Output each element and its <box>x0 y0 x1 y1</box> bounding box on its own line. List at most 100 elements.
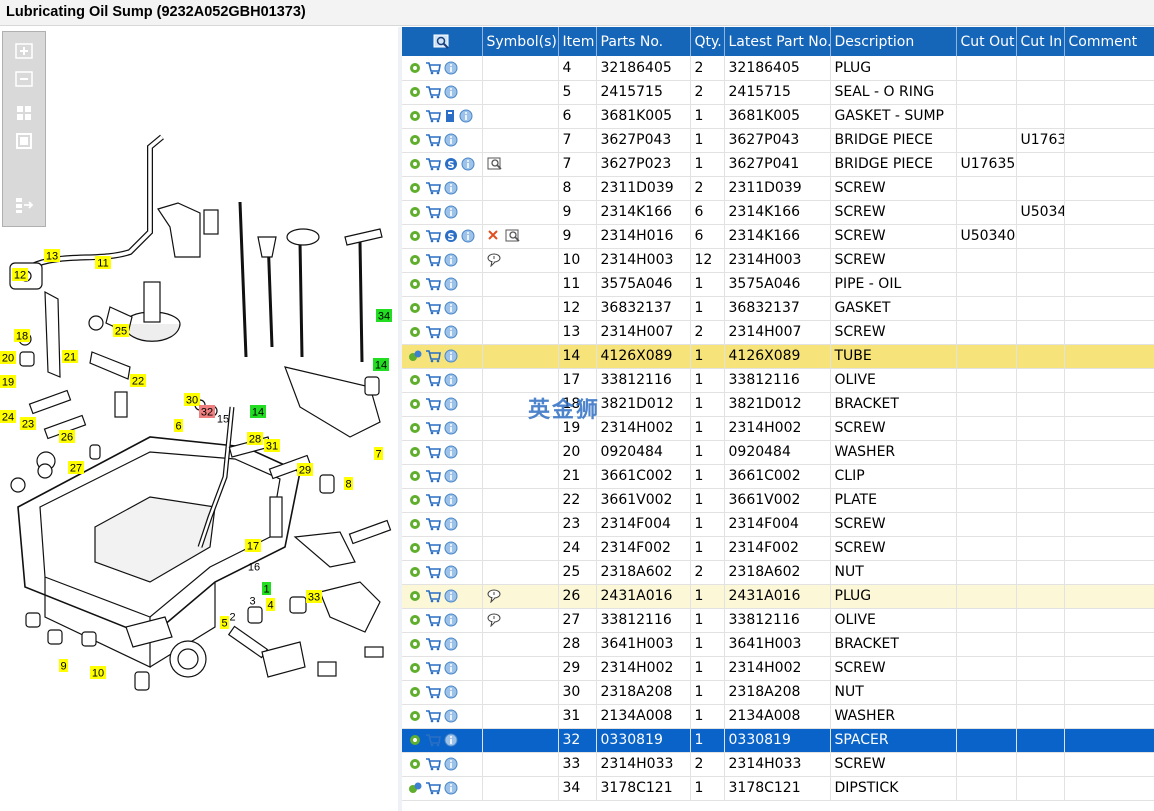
cart-icon[interactable] <box>425 253 441 267</box>
note-icon[interactable] <box>487 253 503 267</box>
gear-icon[interactable] <box>408 493 422 507</box>
callout-33[interactable]: 33 <box>306 590 322 604</box>
cart-icon[interactable] <box>425 565 441 579</box>
callout-26[interactable]: 26 <box>59 430 75 444</box>
callout-27[interactable]: 27 <box>68 461 84 475</box>
table-row[interactable]: 26 2431A016 1 2431A016 PLUG <box>402 584 1154 609</box>
fit-all-button[interactable] <box>14 104 34 122</box>
fit-page-button[interactable] <box>14 132 34 150</box>
callout-6[interactable]: 6 <box>174 419 183 433</box>
info-icon[interactable] <box>444 757 458 771</box>
info-icon[interactable] <box>444 613 458 627</box>
cart-icon[interactable] <box>425 109 441 123</box>
info-icon[interactable] <box>444 493 458 507</box>
supersession-icon[interactable]: S <box>444 157 458 171</box>
callout-2[interactable]: 2 <box>229 612 235 624</box>
gear-icon[interactable] <box>408 301 422 315</box>
cart-icon[interactable] <box>425 325 441 339</box>
callout-7[interactable]: 7 <box>374 447 383 461</box>
info-icon[interactable] <box>444 445 458 459</box>
cart-icon[interactable] <box>425 373 441 387</box>
table-row[interactable]: 6 3681K005 1 3681K005 GASKET - SUMP <box>402 104 1154 129</box>
info-icon[interactable] <box>444 349 458 363</box>
cart-icon[interactable] <box>425 421 441 435</box>
table-row[interactable]: 17 33812116 1 33812116 OLIVE <box>402 368 1154 393</box>
gear-icon[interactable] <box>408 541 422 555</box>
info-icon[interactable] <box>444 61 458 75</box>
gear-icon[interactable] <box>408 133 422 147</box>
info-icon[interactable] <box>444 133 458 147</box>
callout-32[interactable]: 32 <box>199 405 215 419</box>
cart-icon[interactable] <box>425 541 441 555</box>
zoom-in-button[interactable] <box>14 42 34 60</box>
gear-icon[interactable] <box>408 685 422 699</box>
info-icon[interactable] <box>444 733 458 747</box>
gear-icon[interactable] <box>408 397 422 411</box>
table-row[interactable]: 5 2415715 2 2415715 SEAL - O RING <box>402 80 1154 105</box>
table-row[interactable]: 30 2318A208 1 2318A208 NUT <box>402 680 1154 705</box>
info-icon[interactable] <box>444 781 458 795</box>
column-header-symbols[interactable]: Symbol(s) <box>482 27 559 56</box>
column-header-description[interactable]: Description <box>830 27 957 56</box>
cart-icon[interactable] <box>425 709 441 723</box>
table-row[interactable]: 32 0330819 1 0330819 SPACER <box>402 728 1154 753</box>
info-icon[interactable] <box>444 301 458 315</box>
column-header-comment[interactable]: Comment <box>1064 27 1154 56</box>
info-icon[interactable] <box>444 373 458 387</box>
table-row[interactable]: 11 3575A046 1 3575A046 PIPE - OIL <box>402 272 1154 297</box>
gear-icon[interactable] <box>408 661 422 675</box>
gear-icon[interactable] <box>408 517 422 531</box>
cart-icon[interactable] <box>425 637 441 651</box>
callout-14[interactable]: 14 <box>250 405 266 419</box>
column-header-latest-part-no[interactable]: Latest Part No. <box>724 27 831 56</box>
supersession-icon[interactable]: S <box>444 229 458 243</box>
gears-icon[interactable] <box>408 349 422 363</box>
callout-30[interactable]: 30 <box>184 393 200 407</box>
table-row[interactable]: 14 4126X089 1 4126X089 TUBE <box>402 344 1154 369</box>
table-row[interactable]: 33 2314H033 2 2314H033 SCREW <box>402 752 1154 777</box>
zoom-out-button[interactable] <box>14 70 34 88</box>
gear-icon[interactable] <box>408 373 422 387</box>
callout-19[interactable]: 19 <box>0 375 16 389</box>
diagram-panel[interactable]: 13 11 12 18 25 20 21 19 22 24 23 30 32 15 14 26 6 28 31 27 2… <box>0 27 398 811</box>
table-row[interactable]: 12 36832137 1 36832137 GASKET <box>402 296 1154 321</box>
cart-icon[interactable] <box>425 685 441 699</box>
gear-icon[interactable] <box>408 637 422 651</box>
cart-icon[interactable] <box>425 517 441 531</box>
column-header-parts-no[interactable]: Parts No. <box>596 27 691 56</box>
cart-icon[interactable] <box>425 61 441 75</box>
gear-icon[interactable] <box>408 589 422 603</box>
note-icon[interactable] <box>487 589 503 603</box>
gear-icon[interactable] <box>408 61 422 75</box>
cart-icon[interactable] <box>425 469 441 483</box>
callout-14[interactable]: 14 <box>373 358 389 372</box>
gear-icon[interactable] <box>408 733 422 747</box>
gear-icon[interactable] <box>408 229 422 243</box>
cart-icon[interactable] <box>425 229 441 243</box>
cart-icon[interactable] <box>425 133 441 147</box>
info-icon[interactable] <box>444 589 458 603</box>
gear-icon[interactable] <box>408 421 422 435</box>
table-row[interactable]: 22 3661V002 1 3661V002 PLATE <box>402 488 1154 513</box>
search-doc-icon[interactable] <box>505 229 521 243</box>
table-row[interactable]: 29 2314H002 1 2314H002 SCREW <box>402 656 1154 681</box>
gear-icon[interactable] <box>408 325 422 339</box>
callout-4[interactable]: 4 <box>266 598 275 612</box>
cart-icon[interactable] <box>425 349 441 363</box>
cart-icon[interactable] <box>425 781 441 795</box>
cart-icon[interactable] <box>425 589 441 603</box>
callout-24[interactable]: 24 <box>0 410 16 424</box>
callout-3[interactable]: 3 <box>249 596 255 608</box>
gear-icon[interactable] <box>408 205 422 219</box>
callout-34[interactable]: 34 <box>376 309 392 323</box>
callout-22[interactable]: 22 <box>130 374 146 388</box>
table-row[interactable]: 34 3178C121 1 3178C121 DIPSTICK <box>402 776 1154 801</box>
info-icon[interactable] <box>444 277 458 291</box>
table-row[interactable]: 13 2314H007 2 2314H007 SCREW <box>402 320 1154 345</box>
callout-13[interactable]: 13 <box>44 249 60 263</box>
table-row[interactable]: 25 2318A602 2 2318A602 NUT <box>402 560 1154 585</box>
callout-11[interactable]: 11 <box>95 256 111 270</box>
gear-icon[interactable] <box>408 253 422 267</box>
gear-icon[interactable] <box>408 445 422 459</box>
info-icon[interactable] <box>444 469 458 483</box>
